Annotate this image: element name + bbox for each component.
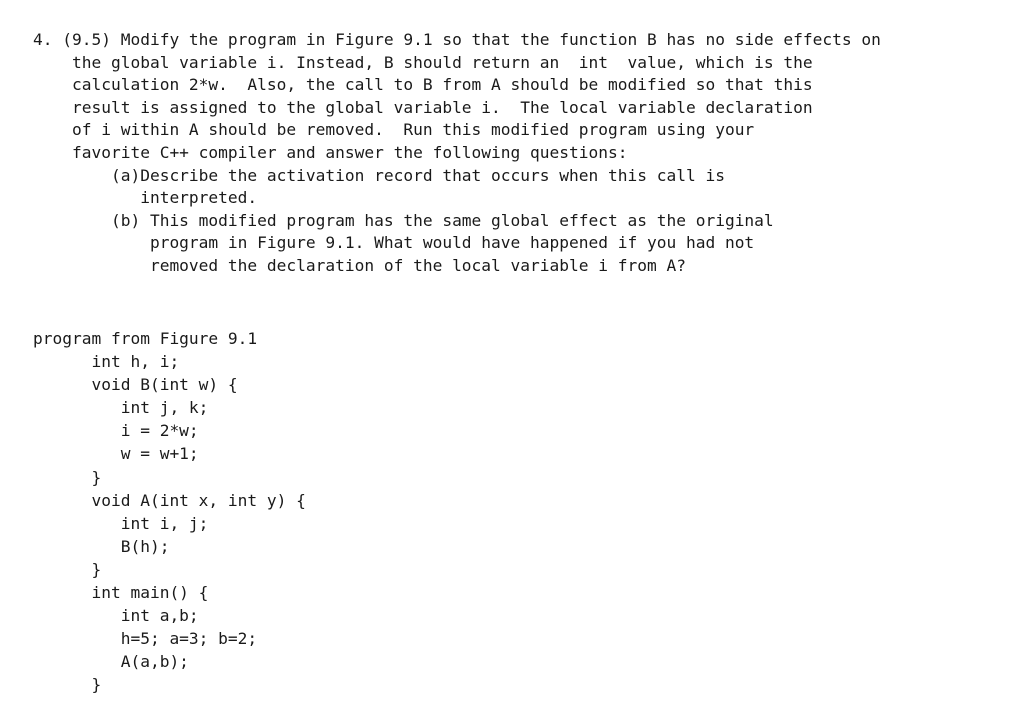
code-line: B(h); [33,536,170,556]
question-line: calculation 2*w. Also, the call to B fro… [33,75,813,95]
document-page: 4. (9.5) Modify the program in Figure 9.… [0,0,1024,716]
question-line: 4. (9.5) Modify the program in Figure 9.… [33,30,881,49]
question-line: the global variable i. Instead, B should… [33,52,813,72]
question-subitem-a-line: (a)Describe the activation record that o… [33,165,725,185]
code-line: } [33,675,102,695]
code-line: void B(int w) { [33,375,238,395]
code-line: A(a,b); [33,652,189,672]
code-line: i = 2*w; [33,421,199,441]
code-line: } [33,467,102,487]
code-line: } [33,559,102,579]
code-line: int j, k; [33,398,209,418]
code-line: int i, j; [33,513,209,533]
code-line: h=5; a=3; b=2; [33,629,258,649]
code-line: void A(int x, int y) { [33,490,306,510]
question-line: of i within A should be removed. Run thi… [33,120,755,140]
code-caption: program from Figure 9.1 [33,329,258,348]
code-line: w = w+1; [33,444,199,464]
question-subitem-b-line: program in Figure 9.1. What would have h… [33,233,755,253]
question-line: result is assigned to the global variabl… [33,97,813,117]
question-subitem-a-line: interpreted. [33,188,258,208]
question-block: 4. (9.5) Modify the program in Figure 9.… [33,29,993,278]
code-line: int main() { [33,583,209,603]
question-subitem-b-line: (b) This modified program has the same g… [33,210,774,230]
code-line: int a,b; [33,606,199,626]
question-subitem-b-line: removed the declaration of the local var… [33,255,686,275]
question-line: favorite C++ compiler and answer the fol… [33,142,628,162]
code-line: int h, i; [33,352,180,372]
code-listing: program from Figure 9.1 int h, i; void B… [33,327,733,697]
